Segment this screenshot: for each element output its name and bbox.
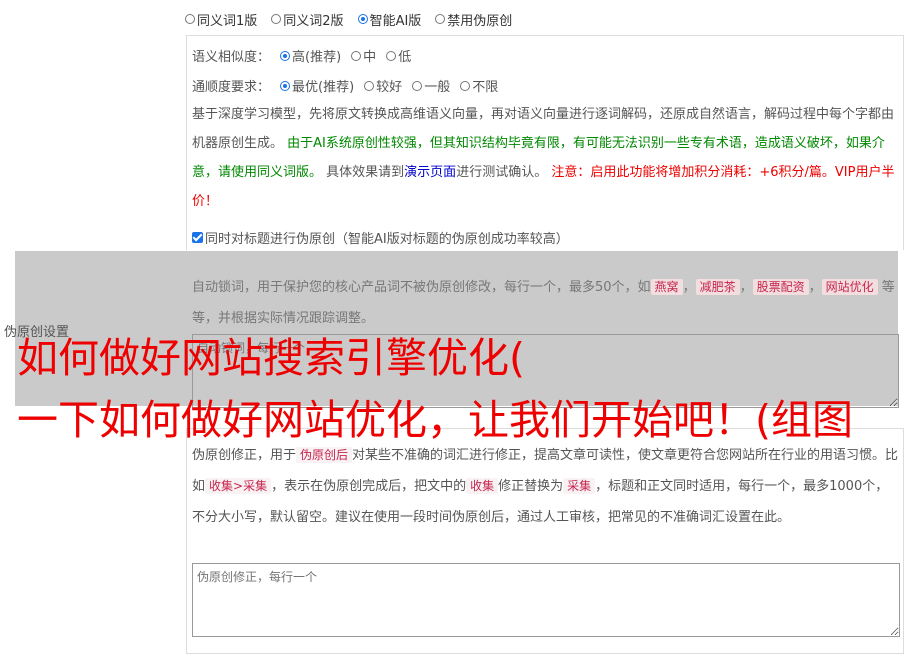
title-rewrite-row[interactable]: 同时对标题进行伪原创（智能AI版对标题的伪原创成功率较高） [192, 228, 569, 247]
fix-text: 伪原创修正，用于 [192, 448, 297, 463]
mode-option-ai[interactable]: 智能AI版 [357, 10, 422, 29]
radio-icon[interactable] [412, 80, 423, 91]
code-tag: 采集 [563, 478, 596, 494]
radio-icon[interactable] [271, 14, 282, 24]
mode-label: 同义词2版 [283, 13, 344, 29]
fluency-row: 通顺度要求： 最优(推荐) 较好 一般 不限 [192, 76, 498, 95]
radio-icon[interactable] [364, 80, 375, 91]
fix-text: ，表示在伪原创完成后，把文中的 [271, 479, 467, 494]
option-label: 高(推荐) [292, 50, 342, 65]
fluency-good[interactable]: 较好 [364, 76, 402, 95]
overlay-title-line2: 一下如何做好网站优化，让我们开始吧！(组图 [17, 396, 853, 444]
lock-description: 自动锁词，用于保护您的核心产品词不被伪原创修改，每行一个，最多50个，如 燕窝，减… [192, 279, 895, 326]
radio-icon[interactable] [460, 80, 471, 91]
example-tag: 燕窝 [650, 279, 683, 295]
fluency-label: 通顺度要求： [192, 80, 271, 95]
mode-label: 智能AI版 [369, 13, 422, 29]
option-label: 中 [363, 50, 377, 65]
option-label: 低 [398, 50, 412, 65]
fluency-normal[interactable]: 一般 [412, 76, 450, 95]
mode-label: 禁用伪原创 [447, 13, 513, 29]
radio-icon[interactable] [435, 14, 446, 24]
description-text: 进行测试确认。 [456, 165, 548, 180]
checkbox-checked-icon[interactable] [192, 232, 203, 243]
fix-text: 修正替换为 [498, 479, 564, 494]
title-rewrite-label: 同时对标题进行伪原创（智能AI版对标题的伪原创成功率较高） [205, 232, 569, 247]
example-tag: 网站优化 [821, 279, 878, 295]
mode-option-synonym2[interactable]: 同义词2版 [271, 10, 344, 29]
lock-text: 自动锁词，用于保护您的核心产品词不被伪原创修改，每行一个，最多50个，如 [192, 280, 651, 295]
fix-words-input[interactable] [192, 563, 900, 637]
example-tag: 减肥茶 [695, 279, 740, 295]
description-text: 具体效果请到 [326, 165, 405, 180]
mode-label: 同义词1版 [197, 13, 258, 29]
option-label: 不限 [472, 80, 499, 95]
fix-description: 伪原创修正，用于 伪原创后 对某些不准确的词汇进行修正，提高文章可读性，使文章更符合… [192, 440, 900, 533]
similarity-row: 语义相似度： 高(推荐) 中 低 [192, 46, 411, 65]
radio-icon[interactable] [351, 50, 362, 61]
ai-description: 基于深度学习模型，先将原文转换成高维语义向量，再对语义向量进行逐词解码，还原成自… [192, 100, 898, 216]
demo-page-link[interactable]: 演示页面 [404, 165, 456, 180]
mode-option-disable[interactable]: 禁用伪原创 [435, 10, 512, 29]
radio-icon[interactable] [386, 50, 397, 61]
code-tag: 伪原创后 [296, 447, 353, 463]
option-label: 较好 [376, 80, 403, 95]
radio-selected-icon[interactable] [280, 50, 291, 61]
fluency-best[interactable]: 最优(推荐) [280, 76, 354, 95]
mode-radio-group: 同义词1版 同义词2版 智能AI版 禁用伪原创 [185, 8, 512, 30]
code-tag: 收集>采集 [205, 478, 272, 494]
radio-icon[interactable] [185, 14, 195, 24]
radio-selected-icon[interactable] [357, 14, 368, 24]
mode-option-synonym1[interactable]: 同义词1版 [185, 10, 257, 29]
similarity-low[interactable]: 低 [386, 46, 411, 65]
code-tag: 收集 [466, 478, 499, 494]
option-label: 最优(推荐) [292, 80, 355, 95]
example-tag: 股票配资 [752, 279, 809, 295]
fluency-any[interactable]: 不限 [460, 76, 498, 95]
similarity-mid[interactable]: 中 [351, 46, 376, 65]
radio-selected-icon[interactable] [280, 80, 291, 91]
similarity-high[interactable]: 高(推荐) [280, 46, 341, 65]
option-label: 一般 [424, 80, 451, 95]
overlay-title-line1: 如何做好网站搜索引擎优化( [17, 334, 525, 382]
similarity-label: 语义相似度： [192, 50, 271, 65]
